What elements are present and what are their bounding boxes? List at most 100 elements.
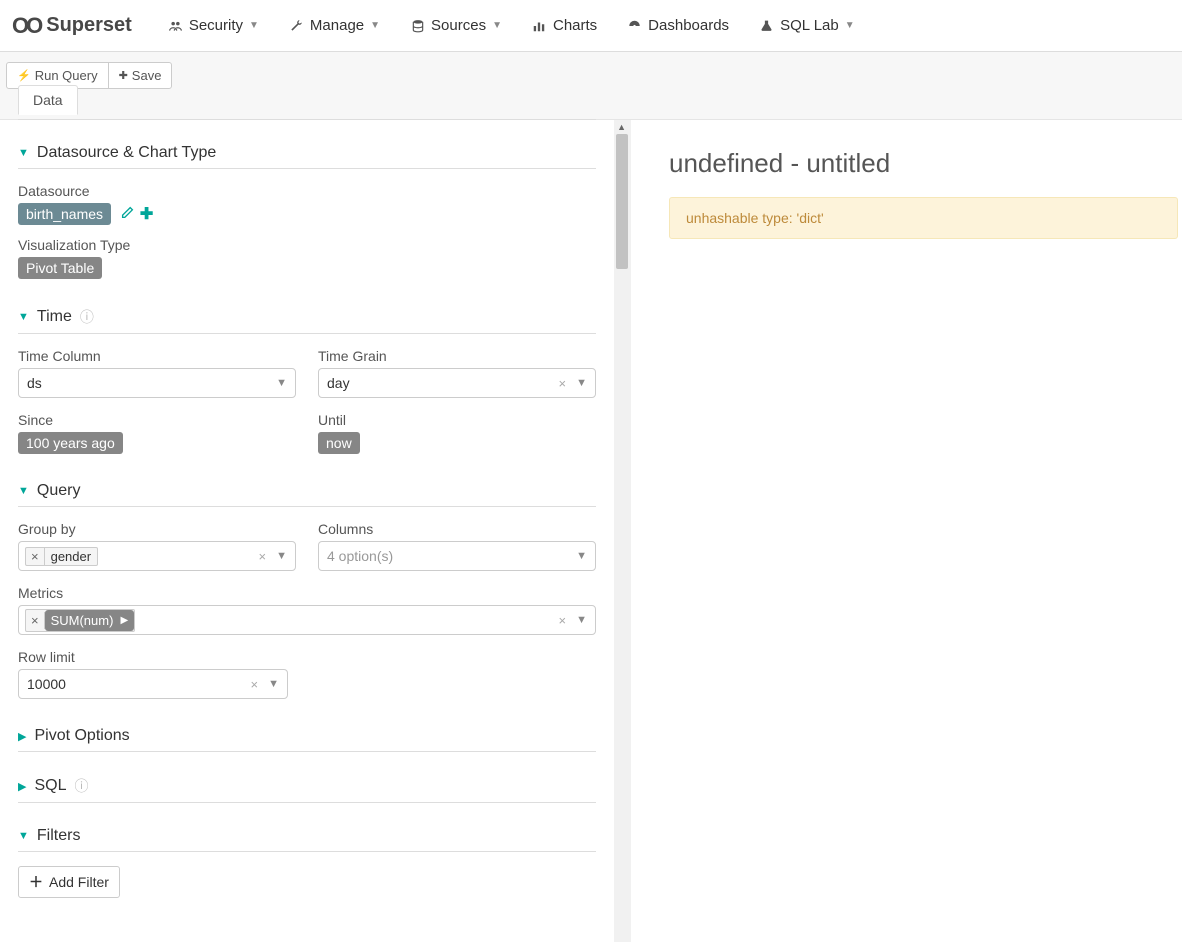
dashboard-icon <box>627 19 642 33</box>
columns-select[interactable]: 4 option(s) ▼ <box>318 541 596 571</box>
nav-manage[interactable]: Manage ▼ <box>277 11 392 40</box>
section-query-header[interactable]: ▼ Query <box>18 472 596 507</box>
chevron-down-icon[interactable]: ▼ <box>574 550 589 562</box>
clear-icon[interactable]: × <box>255 549 271 564</box>
groupby-select[interactable]: × gender × ▼ <box>18 541 296 571</box>
rowlimit-label: Row limit <box>18 649 596 665</box>
chevron-down-icon: ▼ <box>845 20 855 31</box>
time-column-select[interactable]: ds ▼ <box>18 368 296 398</box>
section-datasource-body: Datasource birth_names ✚ Visualization T… <box>18 169 596 283</box>
nav-dashboards-label: Dashboards <box>648 17 729 34</box>
time-column-label: Time Column <box>18 348 296 364</box>
nav-charts[interactable]: Charts <box>520 11 609 40</box>
time-grain-select[interactable]: day × ▼ <box>318 368 596 398</box>
groupby-label: Group by <box>18 521 296 537</box>
error-message: unhashable type: 'dict' <box>686 210 824 226</box>
nav-sources-label: Sources <box>431 17 486 34</box>
run-query-label: Run Query <box>35 68 98 83</box>
nav-sources[interactable]: Sources ▼ <box>398 11 514 40</box>
remove-tag-icon[interactable]: × <box>26 548 45 565</box>
section-filters-header[interactable]: ▼ Filters <box>18 817 596 852</box>
tab-data[interactable]: Data <box>18 85 78 115</box>
add-filter-button[interactable]: ＋ Add Filter <box>18 866 120 898</box>
bar-chart-icon <box>532 19 547 33</box>
section-pivot-header[interactable]: ▶ Pivot Options <box>18 717 596 752</box>
caret-down-icon: ▼ <box>18 485 29 497</box>
add-datasource-icon[interactable]: ✚ <box>140 206 153 223</box>
datasource-badge[interactable]: birth_names <box>18 203 111 225</box>
chevron-down-icon: ▼ <box>249 20 259 31</box>
caret-down-icon: ▼ <box>18 311 29 323</box>
datasource-value: birth_names <box>26 206 103 222</box>
nav-security[interactable]: Security ▼ <box>156 11 271 40</box>
caret-right-icon: ▶ <box>18 730 26 743</box>
info-icon[interactable]: ⓘ <box>74 776 88 796</box>
section-pivot-title: Pivot Options <box>34 727 129 745</box>
section-filters-title: Filters <box>37 827 81 845</box>
chevron-down-icon[interactable]: ▼ <box>274 550 289 562</box>
section-time-title: Time <box>37 308 72 326</box>
main-split: ▲ Data ▼ Datasource & Chart Type Datasou… <box>0 120 1182 942</box>
chevron-down-icon[interactable]: ▼ <box>574 377 589 389</box>
section-query-title: Query <box>37 482 81 500</box>
chevron-down-icon[interactable]: ▼ <box>574 614 589 626</box>
chevron-down-icon[interactable]: ▼ <box>274 377 289 389</box>
scroll-up-icon[interactable]: ▲ <box>617 122 626 132</box>
chart-title: undefined - untitled <box>631 140 1182 197</box>
caret-down-icon: ▼ <box>18 147 29 159</box>
rowlimit-select[interactable]: 10000 × ▼ <box>18 669 288 699</box>
time-column-value: ds <box>25 373 270 393</box>
remove-tag-icon[interactable]: × <box>26 612 45 629</box>
clear-icon[interactable]: × <box>247 677 263 692</box>
until-badge[interactable]: now <box>318 432 360 454</box>
clear-icon[interactable]: × <box>555 613 571 628</box>
section-datasource-header[interactable]: ▼ Datasource & Chart Type <box>18 134 596 169</box>
chevron-down-icon: ▼ <box>370 20 380 31</box>
section-query-body: Group by × gender × ▼ Columns <box>18 507 596 703</box>
metrics-select[interactable]: × SUM(num) ▶ × ▼ <box>18 605 596 635</box>
since-badge[interactable]: 100 years ago <box>18 432 123 454</box>
until-label: Until <box>318 412 596 428</box>
nav-security-label: Security <box>189 17 243 34</box>
metric-badge[interactable]: SUM(num) ▶ <box>45 610 135 631</box>
brand-logo-icon: OO <box>12 13 40 39</box>
metrics-label: Metrics <box>18 585 596 601</box>
viz-type-value: Pivot Table <box>26 260 94 276</box>
section-sql-header[interactable]: ▶ SQL ⓘ <box>18 766 596 803</box>
clear-icon[interactable]: × <box>555 376 571 391</box>
control-panel: ▲ Data ▼ Datasource & Chart Type Datasou… <box>0 120 630 942</box>
columns-placeholder: 4 option(s) <box>325 546 570 566</box>
groupby-tag: × gender <box>25 547 98 566</box>
tab-row: Data <box>18 84 596 114</box>
nav-sqllab-label: SQL Lab <box>780 17 839 34</box>
section-datasource-title: Datasource & Chart Type <box>37 144 216 162</box>
viz-type-badge[interactable]: Pivot Table <box>18 257 102 279</box>
scrollbar[interactable]: ▲ <box>614 120 630 942</box>
info-icon[interactable]: ⓘ <box>80 307 94 327</box>
nav-manage-label: Manage <box>310 17 364 34</box>
since-label: Since <box>18 412 296 428</box>
time-grain-value: day <box>325 373 551 393</box>
scroll-thumb[interactable] <box>616 134 628 269</box>
edit-datasource-icon[interactable] <box>121 206 138 222</box>
caret-down-icon: ▼ <box>18 830 29 842</box>
datasource-label: Datasource <box>18 183 596 199</box>
flask-icon <box>759 19 774 33</box>
time-grain-label: Time Grain <box>318 348 596 364</box>
chevron-down-icon: ▼ <box>492 20 502 31</box>
nav-dashboards[interactable]: Dashboards <box>615 11 741 40</box>
section-filters-body: ＋ Add Filter <box>18 852 596 902</box>
rowlimit-value: 10000 <box>25 674 243 694</box>
nav-charts-label: Charts <box>553 17 597 34</box>
nav-items: Security ▼ Manage ▼ Sources ▼ Charts <box>156 11 867 40</box>
viz-type-label: Visualization Type <box>18 237 596 253</box>
metrics-value: SUM(num) <box>51 613 114 628</box>
nav-sqllab[interactable]: SQL Lab ▼ <box>747 11 867 40</box>
brand[interactable]: OO Superset <box>12 13 132 39</box>
section-time-header[interactable]: ▼ Time ⓘ <box>18 297 596 334</box>
wrench-icon <box>289 19 304 33</box>
section-time-body: Time Column ds ▼ Time Grain day × ▼ <box>18 334 596 458</box>
metrics-tag: × SUM(num) ▶ <box>25 609 135 632</box>
chevron-down-icon[interactable]: ▼ <box>266 678 281 690</box>
brand-name: Superset <box>46 14 132 37</box>
